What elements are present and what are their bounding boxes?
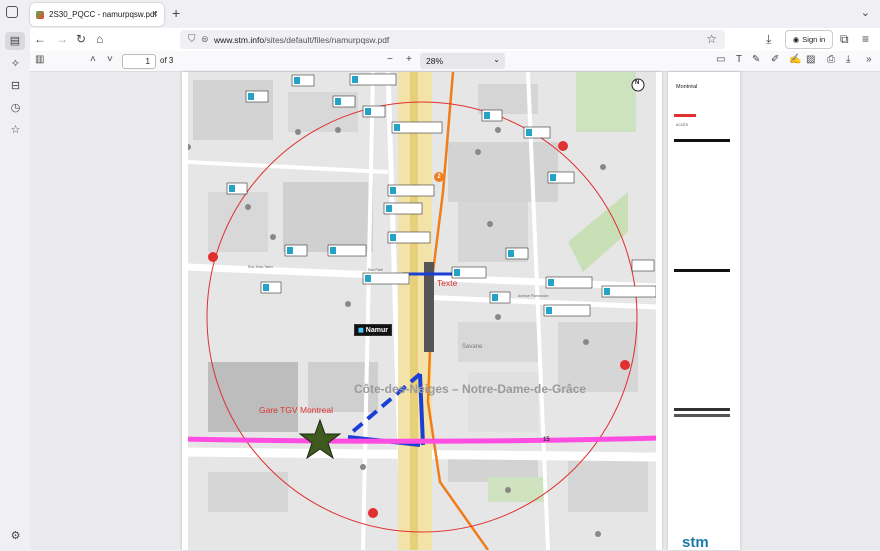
sign-in-button[interactable]: ◉ Sign in (785, 30, 833, 49)
history-icon[interactable]: ◷ (9, 102, 22, 115)
image-icon[interactable]: ▨ (806, 54, 815, 65)
shield-icon[interactable]: ⛉ (188, 34, 196, 45)
menu-icon[interactable]: ≡ (862, 32, 869, 46)
bookmark-star-icon[interactable]: ☆ (706, 32, 717, 46)
legend-bar-4 (674, 414, 730, 417)
print-icon[interactable]: ⎙ (827, 54, 835, 65)
account-icon: ◉ (792, 35, 800, 44)
station-name: Namur (365, 327, 388, 334)
close-tab-icon[interactable]: × (152, 9, 158, 20)
area-small-label: Savane (462, 344, 483, 350)
signature-icon[interactable]: ✍ (789, 54, 801, 65)
extensions-icon[interactable]: ⧉ (840, 32, 849, 47)
forward-arrow-icon[interactable]: → (56, 32, 68, 46)
zoom-select[interactable]: 28% ⌄ (420, 53, 505, 69)
zoom-out-icon[interactable]: − (387, 54, 393, 65)
address-bar[interactable]: ⛉ ⊜ www.stm.info/sites/default/files/nam… (180, 30, 725, 49)
pdf-favicon-icon (36, 10, 44, 19)
legend-black-bar-2 (674, 269, 730, 272)
bookmarks-icon[interactable]: ☆ (9, 124, 22, 137)
navigation-bar: ← → ↻ ⌂ ⛉ ⊜ www.stm.info/sites/default/f… (30, 28, 880, 51)
comment-icon[interactable]: ▭ (716, 54, 725, 65)
more-tools-icon[interactable]: » (866, 54, 872, 65)
ai-chat-icon[interactable]: ✧ (9, 58, 22, 71)
pdf-sidebar-toggle-icon[interactable]: ▥ (35, 54, 44, 65)
highway-badge: 15 (543, 437, 550, 443)
stm-logo: stm (682, 534, 709, 551)
legend-red-bar (674, 114, 696, 117)
url-path: /sites/default/files/namurpqsw.pdf (264, 34, 390, 45)
chevron-down-icon[interactable]: ⌄ (861, 6, 870, 19)
save-icon[interactable]: ⤓ (846, 54, 850, 65)
page-number-input[interactable]: 1 (122, 54, 156, 69)
pdf-toolbar: ▥ ˄ ˅ 1 of 3 − + 28% ⌄ ▭ T ✎ ✐ ✍ ▨ ⎙ ⤓ » (30, 51, 880, 72)
pdf-page-2: Montréal ACCÈS stm (668, 72, 740, 551)
legend-black-bar (674, 139, 730, 142)
zoom-value: 28% (426, 56, 444, 66)
metro-icon: ◼ (358, 327, 364, 334)
text-icon[interactable]: T (736, 54, 742, 65)
metro-station-label: ◼ Namur (354, 324, 392, 336)
sidebar-toggle-icon[interactable]: ▤ (5, 32, 25, 50)
north-arrow-icon: N (635, 80, 640, 86)
previous-page-icon[interactable]: ˄ (90, 54, 96, 65)
area-name: Côte-des-Neiges – Notre-Dame-de-Grâce (354, 382, 587, 396)
tab-title: 2S30_PQCC - namurpqsw.pdf (49, 10, 157, 19)
back-arrow-icon[interactable]: ← (34, 32, 46, 46)
download-icon[interactable]: ⤓ (766, 32, 771, 47)
tab-active[interactable]: 2S30_PQCC - namurpqsw.pdf × (30, 3, 164, 26)
street-label: Rue Paré (368, 268, 383, 272)
next-page-icon[interactable]: ˅ (107, 54, 113, 65)
street-label: Avenue Plamondon (518, 294, 549, 298)
page-info-icon[interactable]: ⊜ (201, 34, 209, 45)
legend-section: ACCÈS (676, 123, 689, 127)
highlight-icon[interactable]: ✎ (752, 54, 760, 65)
tab-strip: 2S30_PQCC - namurpqsw.pdf × + ⌄ (0, 0, 880, 28)
url-domain: www.stm.info (214, 34, 265, 45)
home-icon[interactable]: ⌂ (96, 32, 103, 46)
settings-gear-icon[interactable]: ⚙ (9, 530, 22, 543)
page-count: of 3 (160, 56, 174, 65)
synced-tabs-icon[interactable]: ⊟ (9, 80, 22, 93)
annotation-texte: Texte (437, 278, 458, 288)
street-label: Rue Jean-Talon (248, 265, 273, 269)
reload-icon[interactable]: ↻ (76, 32, 86, 46)
metro-line-badge: 2 (434, 172, 444, 182)
map-image: ◼ Namur Texte Gare TGV Montreal Côte-des… (188, 72, 656, 550)
zoom-in-icon[interactable]: + (406, 54, 412, 65)
new-tab-icon[interactable]: + (172, 5, 180, 21)
chevron-down-icon: ⌄ (493, 55, 500, 64)
annotation-gare: Gare TGV Montreal (259, 405, 334, 415)
sign-in-label: Sign in (802, 35, 826, 44)
draw-icon[interactable]: ✐ (771, 54, 779, 65)
map-svg (188, 72, 656, 550)
legend-bar-3 (674, 408, 730, 411)
legend-title: Montréal (676, 84, 698, 90)
browser-sidebar: ▤ ✧ ⊟ ◷ ☆ ⚙ (0, 28, 30, 550)
tab-list-icon[interactable] (6, 6, 18, 18)
